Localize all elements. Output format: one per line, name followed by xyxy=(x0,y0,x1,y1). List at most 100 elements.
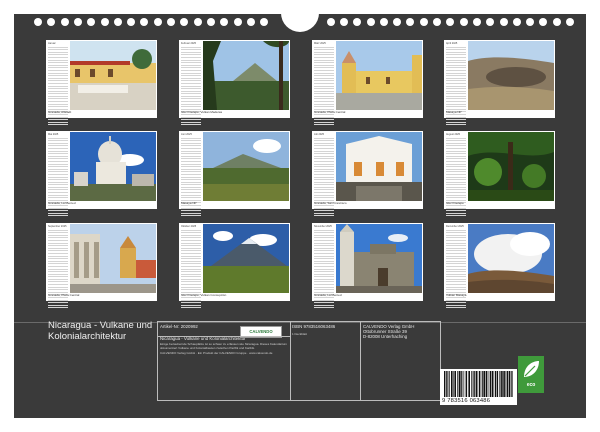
day-row xyxy=(314,214,334,217)
barcode-bar xyxy=(466,371,468,397)
barcode-bar xyxy=(481,371,483,397)
month-calendar-grid: September 2025 xyxy=(47,224,69,309)
photo-caption: Granada, Altstadt xyxy=(48,110,72,114)
photo-caption: Masaya NP xyxy=(181,201,197,205)
barcode-bar xyxy=(491,371,494,397)
binding-ring xyxy=(73,18,82,26)
binding-ring xyxy=(100,18,109,26)
barcode-bar xyxy=(457,371,459,397)
month-photo xyxy=(70,224,156,293)
binding-ring xyxy=(393,18,402,26)
barcode-bar xyxy=(448,371,450,397)
month-calendar-grid: Februar 2025 xyxy=(180,41,202,126)
barcode-bar xyxy=(473,371,474,397)
day-row xyxy=(181,306,201,309)
photo-caption: Isla Ometepe, Vulkan Concepción xyxy=(181,293,227,297)
binding-ring xyxy=(193,18,202,26)
binding-ring xyxy=(180,18,189,26)
month-photo xyxy=(203,132,289,201)
month-page: Februar 2025 Isla Ometepe, Vulkan Maderas xyxy=(179,40,290,126)
day-row xyxy=(314,306,334,309)
barcode-bar xyxy=(453,371,454,397)
month-calendar-grid: Januar xyxy=(47,41,69,126)
month-calendar-grid: Dezember 2025 xyxy=(445,224,467,309)
barcode-bar xyxy=(512,371,513,397)
barcode-bars xyxy=(444,371,513,397)
binding-ring xyxy=(433,18,441,26)
photo-caption: Granada, La Merced xyxy=(314,293,342,297)
binding-ring xyxy=(353,18,362,26)
month-page: April 2025 Masaya NP xyxy=(444,40,555,126)
month-page: Juni 2025 Masaya NP xyxy=(179,131,290,217)
month-calendar-grid: August 2025 xyxy=(445,132,467,217)
binding-ring xyxy=(472,18,481,26)
barcode-bar xyxy=(454,371,456,397)
barcode-bar xyxy=(501,371,503,397)
binding-ring xyxy=(459,18,468,26)
barcode-bar xyxy=(474,371,476,397)
eco-label: eco xyxy=(518,356,544,393)
day-row xyxy=(181,123,201,126)
binding-ring xyxy=(446,18,455,26)
info-divider-1 xyxy=(290,322,291,400)
barcode-bar xyxy=(494,371,497,397)
month-photo xyxy=(70,41,156,110)
month-calendar-grid: Juli 2025 xyxy=(313,132,335,217)
binding-ring xyxy=(47,18,56,26)
photo-caption: Granada, Plaza Central xyxy=(314,110,346,114)
photo-caption: Granada, San Francisco xyxy=(314,201,347,205)
format-note: 1 Deckblatt xyxy=(292,332,308,336)
barcode-bar xyxy=(485,371,488,397)
month-page: Januar Granada, Altstadt xyxy=(46,40,157,126)
month-calendar-grid: Oktober 2025 xyxy=(180,224,202,309)
binding-ring xyxy=(366,18,375,26)
binding-ring xyxy=(233,18,242,26)
day-row xyxy=(446,214,466,217)
barcode-bar xyxy=(464,371,466,397)
barcode-bar xyxy=(505,371,507,397)
barcode-bar xyxy=(468,371,470,397)
month-name: September 2025 xyxy=(48,225,67,228)
day-row xyxy=(314,123,334,126)
month-calendar-grid: April 2025 xyxy=(445,41,467,126)
barcode-bar xyxy=(447,371,448,397)
barcode-bar xyxy=(478,371,481,397)
binding-ring xyxy=(526,18,535,26)
binding-ring xyxy=(379,18,388,26)
month-name: Dezember 2025 xyxy=(446,225,464,228)
barcode-bar xyxy=(462,371,464,397)
binding-ring xyxy=(326,18,335,26)
barcode-bar xyxy=(451,371,453,397)
month-calendar-grid: Juni 2025 xyxy=(180,132,202,217)
binding-ring xyxy=(566,18,574,26)
month-photo xyxy=(468,132,554,201)
binding-ring xyxy=(220,18,229,26)
barcode-bar xyxy=(510,371,512,397)
month-calendar-grid: März 2025 xyxy=(313,41,335,126)
barcode-bar xyxy=(461,371,463,397)
binding-ring xyxy=(153,18,162,26)
day-row xyxy=(181,214,201,217)
day-row xyxy=(48,123,68,126)
barcode-bar xyxy=(497,371,499,397)
month-name: November 2025 xyxy=(314,225,332,228)
barcode-bar xyxy=(475,371,478,397)
month-page: März 2025 Granada, Plaza Central xyxy=(312,40,423,126)
binding-ring xyxy=(167,18,175,26)
binding-ring xyxy=(499,18,508,26)
address-line-3: D-82008 Unterhaching xyxy=(363,334,408,339)
binding-ring xyxy=(339,18,348,26)
barcode-bar xyxy=(444,371,446,397)
binding-ring xyxy=(406,18,415,26)
binding-ring xyxy=(113,18,122,26)
barcode-bar xyxy=(483,371,485,397)
binding-ring xyxy=(206,18,215,26)
binding-ring xyxy=(552,18,561,26)
eco-label-text: eco xyxy=(526,382,536,388)
binding-ring xyxy=(246,18,255,26)
day-row xyxy=(48,306,68,309)
binding-ring xyxy=(34,18,42,26)
photo-caption: Isla Ometepe xyxy=(446,201,464,205)
month-page: Dezember 2025 Vulkan Masaya xyxy=(444,223,555,309)
day-row xyxy=(48,214,68,217)
